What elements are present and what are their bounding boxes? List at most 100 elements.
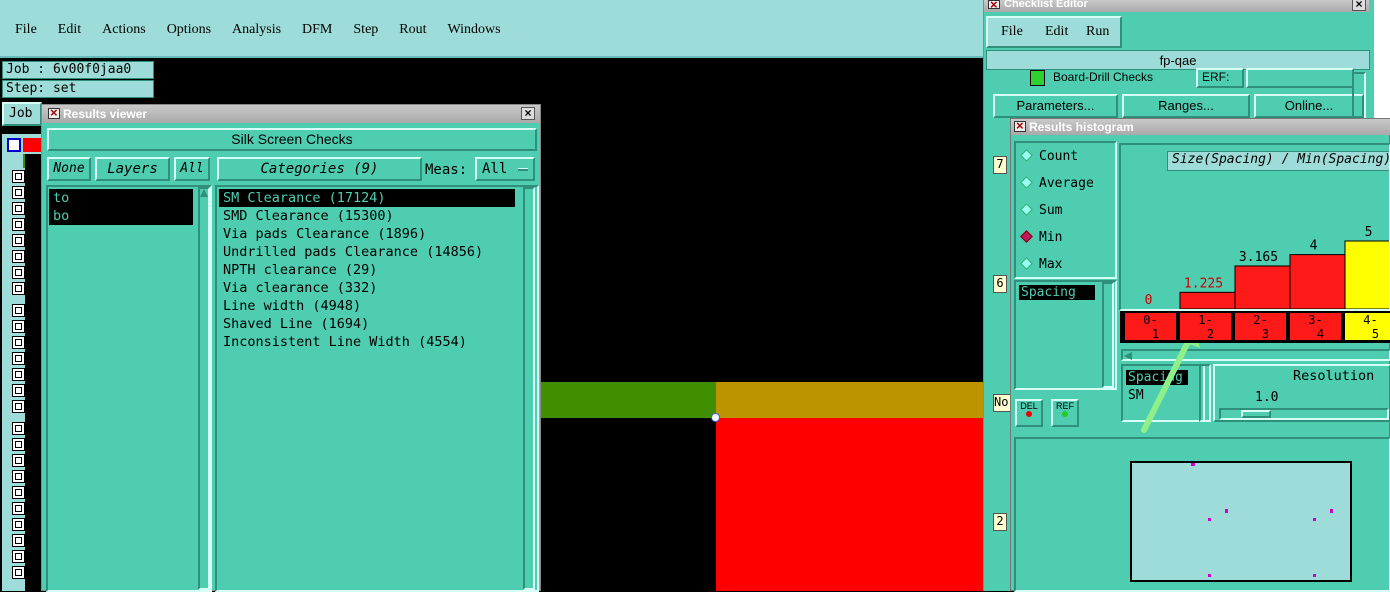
- layer-checkbox[interactable]: [12, 422, 25, 435]
- pcb-green-trace: [541, 382, 716, 418]
- window-menu-icon[interactable]: [48, 105, 60, 120]
- layer-checkbox[interactable]: [12, 234, 25, 247]
- layer-checkbox[interactable]: [12, 470, 25, 483]
- menu-windows[interactable]: Windows: [448, 22, 501, 38]
- layer-checkbox[interactable]: [12, 304, 25, 317]
- color-swatch-red[interactable]: [23, 138, 41, 152]
- job-button[interactable]: Job: [2, 102, 42, 126]
- menubar: File Edit Actions Options Analysis DFM S…: [0, 0, 985, 58]
- mode-max-radio[interactable]: Max: [1016, 251, 1115, 278]
- layers-list-items: to bo: [49, 189, 193, 225]
- layer-checkbox[interactable]: [12, 550, 25, 563]
- histogram-category-label[interactable]: 4- 5: [1344, 312, 1390, 341]
- window-menu-icon[interactable]: [1014, 118, 1026, 133]
- layer-checkbox[interactable]: [12, 566, 25, 579]
- layer-checkbox[interactable]: [12, 486, 25, 499]
- close-icon[interactable]: ×: [521, 107, 535, 120]
- all-layers-button[interactable]: All: [174, 157, 210, 181]
- pcb-olive-trace: [716, 382, 985, 418]
- menu-actions[interactable]: Actions: [102, 22, 146, 38]
- layer-checkbox[interactable]: [12, 250, 25, 263]
- mode-count-label: Count: [1039, 149, 1079, 164]
- histogram-category-label[interactable]: 2- 3: [1234, 312, 1287, 341]
- layer-checkbox[interactable]: [12, 336, 25, 349]
- layer-checkbox[interactable]: [12, 518, 25, 531]
- menu-file[interactable]: File: [15, 22, 37, 38]
- meas-dropdown[interactable]: All: [475, 157, 535, 181]
- ref-button[interactable]: REF: [1051, 399, 1079, 427]
- layer-checkbox[interactable]: [12, 218, 25, 231]
- list-item[interactable]: Line width (4948): [219, 297, 515, 315]
- list-item[interactable]: Shaved Line (1694): [219, 315, 515, 333]
- list-item[interactable]: Undrilled pads Clearance (14856): [219, 243, 515, 261]
- window-menu-icon[interactable]: [988, 0, 1000, 12]
- layers-button[interactable]: Layers: [95, 157, 170, 181]
- layer-checkbox[interactable]: [12, 368, 25, 381]
- result-marker: [1191, 463, 1195, 466]
- list-item[interactable]: Spacing: [1019, 285, 1095, 300]
- checklist-editor-titlebar[interactable]: Checklist Editor ×: [984, 0, 1369, 12]
- histogram-category-label[interactable]: 3- 4: [1289, 312, 1342, 341]
- mode-sum-radio[interactable]: Sum: [1016, 197, 1115, 224]
- mode-radio-group: Count Average Sum Min Max: [1014, 141, 1117, 279]
- layer-checkbox[interactable]: [12, 170, 25, 183]
- histogram-titlebar[interactable]: Results histogram: [1011, 118, 1390, 135]
- histogram-bar: [1234, 265, 1291, 309]
- layer-checkbox[interactable]: [12, 352, 25, 365]
- layer-checkbox[interactable]: [12, 384, 25, 397]
- mode-average-radio[interactable]: Average: [1016, 170, 1115, 197]
- categories-scrollbar[interactable]: [523, 187, 535, 590]
- histogram-category-label[interactable]: 0- 1: [1124, 312, 1177, 341]
- list-item[interactable]: NPTH clearance (29): [219, 261, 515, 279]
- list-item[interactable]: SM Clearance (17124): [219, 189, 515, 207]
- list-item[interactable]: SMD Clearance (15300): [219, 207, 515, 225]
- measure-list-scrollbar[interactable]: [1102, 282, 1114, 388]
- mode-min-radio[interactable]: Min: [1016, 224, 1115, 251]
- check-name: Board-Drill Checks: [1053, 70, 1154, 84]
- step-label: Step: set: [2, 80, 154, 98]
- menu-analysis[interactable]: Analysis: [232, 22, 281, 38]
- layer-checkbox[interactable]: [12, 400, 25, 413]
- list-item[interactable]: to: [49, 189, 193, 207]
- layer-checkbox[interactable]: [12, 534, 25, 547]
- erf-field[interactable]: [1246, 68, 1354, 88]
- layer-checkbox[interactable]: [12, 266, 25, 279]
- layer-checkbox[interactable]: [12, 320, 25, 333]
- results-viewer-titlebar[interactable]: Results viewer ×: [42, 105, 540, 123]
- menu-options[interactable]: Options: [167, 22, 211, 38]
- color-swatch-blue[interactable]: [7, 138, 21, 152]
- menu-step[interactable]: Step: [353, 22, 378, 38]
- resolution-slider[interactable]: [1219, 408, 1389, 420]
- parameters-button[interactable]: Parameters...: [993, 94, 1118, 118]
- categories-button[interactable]: Categories (9): [217, 157, 422, 181]
- ranges-button[interactable]: Ranges...: [1122, 94, 1250, 118]
- online-button[interactable]: Online...: [1254, 94, 1364, 118]
- menu-file[interactable]: File: [1001, 24, 1023, 40]
- list-item[interactable]: bo: [49, 207, 193, 225]
- layer-checkbox[interactable]: [12, 454, 25, 467]
- layer-checkbox[interactable]: [12, 202, 25, 215]
- scroll-up-arrow-icon[interactable]: [200, 189, 208, 197]
- layer-checkbox[interactable]: [12, 186, 25, 199]
- list-item[interactable]: Inconsistent Line Width (4554): [219, 333, 515, 351]
- del-label: DEL: [1020, 401, 1038, 411]
- resolution-slider-thumb[interactable]: [1241, 410, 1271, 418]
- menu-dfm[interactable]: DFM: [302, 22, 332, 38]
- layers-scrollbar[interactable]: [198, 187, 210, 590]
- close-icon[interactable]: ×: [1352, 0, 1366, 11]
- layer-checkbox[interactable]: [12, 502, 25, 515]
- menu-edit[interactable]: Edit: [58, 22, 81, 38]
- layer-checkbox[interactable]: [12, 282, 25, 295]
- histogram-category-label[interactable]: 1- 2: [1179, 312, 1232, 341]
- list-item[interactable]: Via clearance (332): [219, 279, 515, 297]
- red-dot-icon: [1026, 411, 1032, 417]
- results-viewer-title: Results viewer: [63, 107, 148, 121]
- menu-edit[interactable]: Edit: [1045, 24, 1068, 40]
- none-button[interactable]: None: [47, 157, 91, 181]
- del-button[interactable]: DEL: [1015, 399, 1043, 427]
- mode-count-radio[interactable]: Count: [1016, 143, 1115, 170]
- menu-rout[interactable]: Rout: [399, 22, 426, 38]
- menu-run[interactable]: Run: [1086, 24, 1109, 40]
- list-item[interactable]: Via pads Clearance (1896): [219, 225, 515, 243]
- layer-checkbox[interactable]: [12, 438, 25, 451]
